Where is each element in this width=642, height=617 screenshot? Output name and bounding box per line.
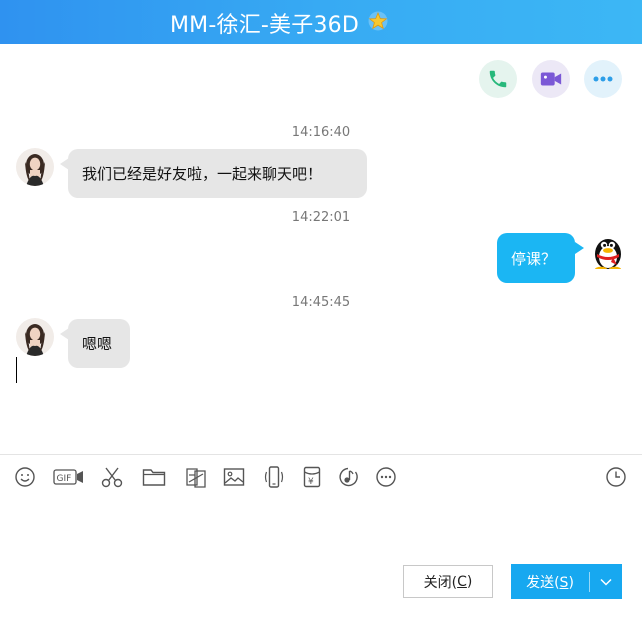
send-button[interactable]: 发送(S) — [511, 564, 622, 599]
voice-call-button[interactable] — [479, 60, 517, 98]
red-packet-button[interactable]: ¥ — [301, 464, 323, 490]
shake-button[interactable] — [262, 464, 286, 490]
picture-icon — [223, 468, 245, 486]
music-icon — [339, 467, 358, 487]
video-call-button[interactable] — [532, 60, 570, 98]
gif-icon: GIF — [53, 469, 83, 485]
message-text: 嗯嗯 — [82, 335, 113, 353]
music-button[interactable] — [336, 464, 360, 490]
send-file-button[interactable] — [141, 464, 167, 490]
chat-title: MM-徐汇-美子36D — [170, 13, 359, 38]
message-text: 停课？ — [511, 249, 557, 268]
contact-avatar[interactable] — [16, 318, 54, 356]
currency-label: ¥ — [308, 477, 314, 487]
gif-button[interactable]: GIF — [53, 464, 85, 490]
more-icon — [593, 76, 613, 82]
phone-icon — [489, 70, 507, 88]
message-text: 我们已经是好友啦，一起来聊天吧！ — [82, 165, 323, 183]
screenshot-button[interactable] — [100, 464, 124, 490]
incoming-message-bubble: 我们已经是好友啦，一起来聊天吧！ — [68, 149, 367, 198]
more-actions-button[interactable] — [584, 60, 622, 98]
send-button-label-prefix: 发送( — [526, 574, 560, 591]
image-edit-button[interactable] — [183, 464, 209, 490]
send-picture-button[interactable] — [222, 464, 246, 490]
text-cursor — [16, 357, 17, 383]
message-history-button[interactable] — [604, 464, 628, 490]
message-timestamp: 14:22:01 — [291, 210, 351, 225]
star-badge-icon — [368, 11, 388, 31]
emoji-button[interactable] — [13, 464, 37, 490]
folder-icon — [142, 469, 166, 486]
input-divider — [0, 454, 642, 455]
message-timestamp: 14:16:40 — [291, 125, 351, 140]
my-avatar[interactable] — [589, 231, 627, 269]
shake-icon — [264, 466, 284, 488]
video-camera-icon — [540, 72, 562, 86]
image-edit-icon — [186, 468, 206, 488]
gif-label: GIF — [57, 474, 72, 484]
close-button-label-suffix: ) — [466, 573, 473, 590]
history-clock-icon — [606, 467, 626, 487]
emoji-icon — [15, 467, 35, 487]
send-options-dropdown[interactable] — [590, 564, 622, 599]
chevron-down-icon — [600, 578, 612, 586]
contact-avatar[interactable] — [16, 148, 54, 186]
send-button-label-suffix: ) — [568, 574, 574, 591]
close-button-label-prefix: 关闭( — [423, 574, 458, 591]
red-packet-icon: ¥ — [303, 466, 321, 488]
more-tools-button[interactable] — [374, 464, 398, 490]
more-icon — [376, 467, 396, 487]
message-timestamp: 14:45:45 — [291, 295, 351, 310]
title-bar: MM-徐汇-美子36D — [0, 0, 642, 44]
incoming-message-bubble: 嗯嗯 — [68, 319, 130, 368]
send-button-label: 发送(S) — [511, 572, 589, 592]
penguin-avatar-icon — [595, 239, 621, 269]
bubble-tail — [575, 242, 584, 254]
outgoing-message-bubble: 停课？ — [497, 233, 575, 283]
close-button-hotkey: C — [457, 573, 467, 590]
close-button[interactable]: 关闭(C) — [403, 565, 493, 598]
scissors-icon — [101, 467, 123, 488]
